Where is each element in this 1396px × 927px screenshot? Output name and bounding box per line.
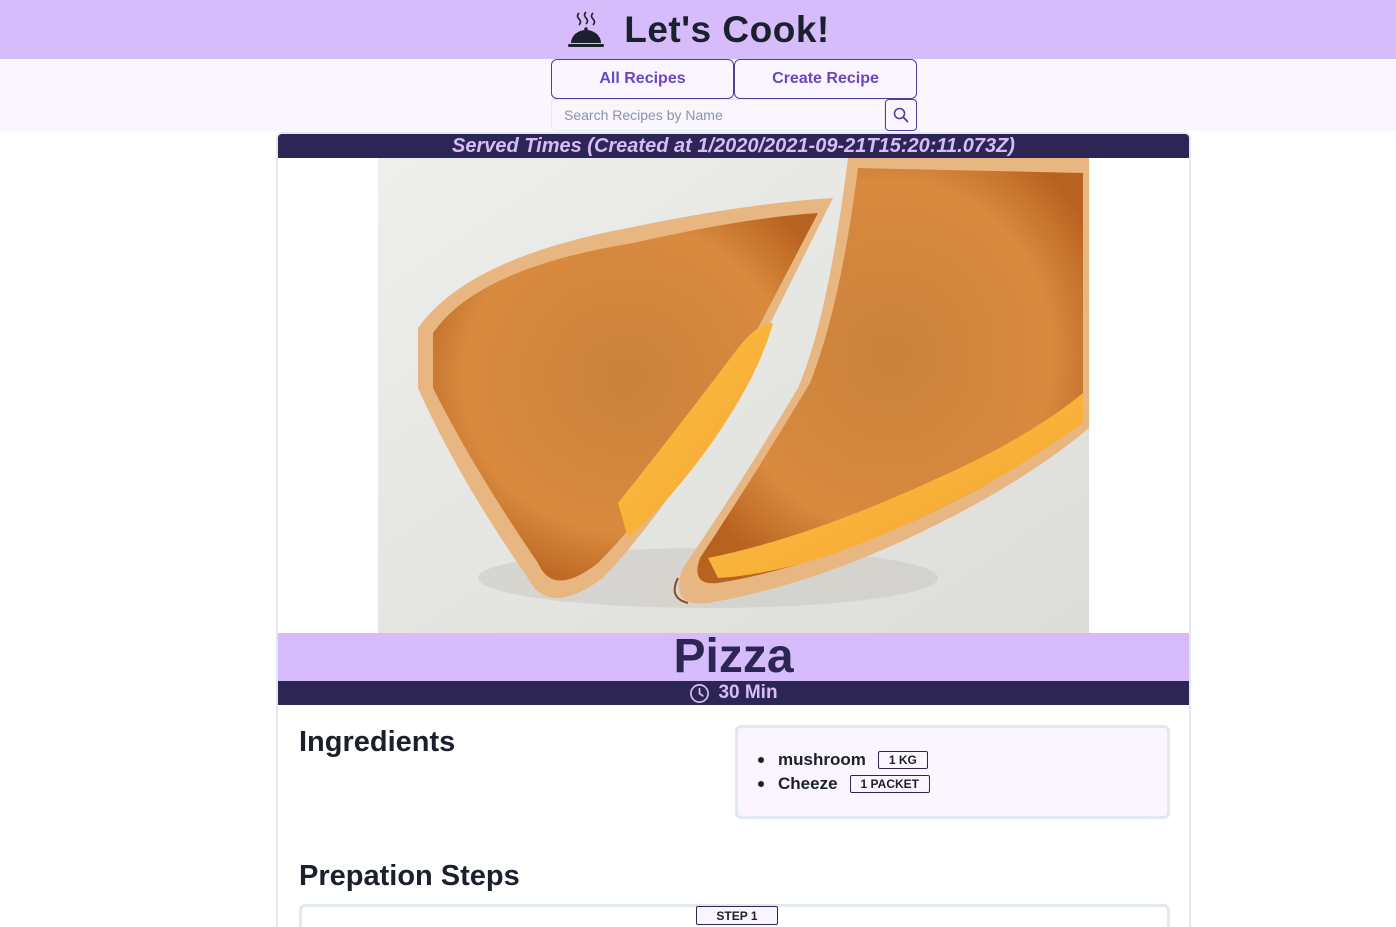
ingredient-item: Cheeze 1 PACKET [758,772,1167,796]
ingredients-heading: Ingredients [299,726,456,758]
ingredient-quantity-badge: 1 KG [877,751,928,769]
served-times-banner: Served Times (Created at 1/2020/2021-09-… [278,134,1189,158]
bullet [758,757,764,763]
ingredient-quantity-badge: 1 PACKET [849,775,930,793]
recipe-image [378,158,1089,633]
ingredient-item: mushroom 1 KG [758,748,1167,772]
step-card: STEP 1 [299,904,1170,927]
cook-time-band: 30 Min [278,681,1189,705]
ingredients-list-box: mushroom 1 KG Cheeze 1 PACKET [735,725,1170,819]
ingredient-name: Cheeze [778,774,838,793]
app-title: Let's Cook! [624,8,830,50]
recipe-name-band: Pizza [278,633,1189,681]
steps-heading: Prepation Steps [299,860,520,892]
step-number-badge: STEP 1 [696,906,778,925]
recipe-name: Pizza [673,630,794,683]
create-recipe-button[interactable]: Create Recipe [734,59,917,99]
all-recipes-button[interactable]: All Recipes [551,59,734,99]
ingredients-list: mushroom 1 KG Cheeze 1 PACKET [758,748,1167,796]
bullet [758,781,764,787]
search-icon [893,107,909,123]
grilled-sandwich-image [378,158,1089,633]
clock-icon [690,683,710,703]
recipe-card: Served Times (Created at 1/2020/2021-09-… [276,132,1191,927]
cloche-icon [568,10,605,47]
app-header: Let's Cook! [0,0,1396,59]
search-input[interactable] [551,99,885,131]
nav-bar: All Recipes Create Recipe [0,59,1396,131]
search-button[interactable] [885,99,917,131]
ingredient-name: mushroom [778,750,866,769]
cook-time: 30 Min [718,682,778,703]
